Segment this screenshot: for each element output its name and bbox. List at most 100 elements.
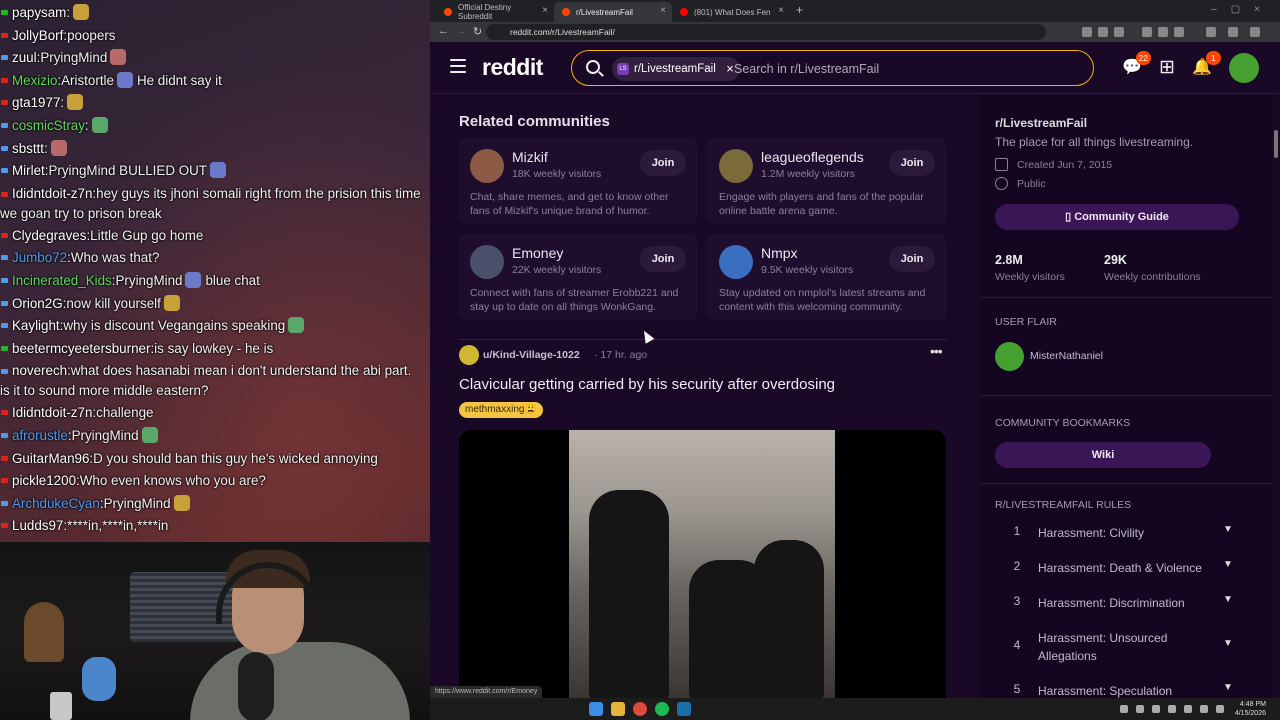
related-community-card[interactable]: leagueoflegends 1.2M weekly visitors Joi… <box>708 139 946 223</box>
community-name[interactable]: leagueoflegends <box>761 149 864 165</box>
tray-icon[interactable] <box>1120 705 1128 713</box>
chat-username[interactable]: Incinerated_Kids <box>12 273 112 288</box>
hamburger-menu-icon[interactable] <box>450 59 466 73</box>
window-controls[interactable]: –▢× <box>1211 4 1274 15</box>
extension-icon[interactable] <box>1158 27 1168 37</box>
chat-username[interactable]: gta1977 <box>12 95 60 110</box>
back-icon[interactable]: ← <box>438 25 449 37</box>
related-community-card[interactable]: Mizkif 18K weekly visitors Join Chat, sh… <box>459 139 697 223</box>
chat-username[interactable]: Orion2G <box>12 296 63 311</box>
chat-username[interactable]: Mexizio <box>12 73 57 88</box>
chat-username[interactable]: beetermcyeetersburner <box>12 341 150 356</box>
rule-item[interactable]: 2 Harassment: Death & Violence ▼ <box>995 559 1239 577</box>
join-button[interactable]: Join <box>889 150 935 176</box>
extension-icon[interactable] <box>1098 27 1108 37</box>
start-icon[interactable] <box>589 702 603 716</box>
extension-icon[interactable] <box>1082 27 1092 37</box>
chat-username[interactable]: Clydegraves <box>12 228 86 243</box>
extension-icon[interactable] <box>1142 27 1152 37</box>
rule-item[interactable]: 5 Harassment: Speculation ▼ <box>995 682 1239 698</box>
chevron-down-icon[interactable]: ▼ <box>1223 524 1233 535</box>
related-community-card[interactable]: Emoney 22K weekly visitors Join Connect … <box>459 235 697 319</box>
tab-livestreamfail[interactable]: r/LivestreamFail × <box>554 2 672 22</box>
new-tab-icon[interactable]: + <box>796 3 803 17</box>
menu-icon[interactable] <box>1250 27 1260 37</box>
chat-username[interactable]: Ididntdoit-z7n <box>12 405 92 420</box>
chat-username[interactable]: JollyBorf <box>12 28 63 43</box>
chat-username[interactable]: papysam <box>12 5 66 20</box>
notifications-bell-icon[interactable]: 🔔 1 <box>1192 51 1221 78</box>
flair-username[interactable]: MisterNathaniel <box>1030 350 1103 362</box>
post-flair[interactable]: methmaxxing😩 <box>459 402 543 418</box>
community-name[interactable]: Nmpx <box>761 245 798 261</box>
spotify-icon[interactable] <box>655 702 669 716</box>
tray-icon[interactable] <box>1168 705 1176 713</box>
battery-icon[interactable] <box>1216 705 1224 713</box>
chat-username[interactable]: Kaylight <box>12 318 60 333</box>
extension-icon[interactable] <box>1174 27 1184 37</box>
join-button[interactable]: Join <box>640 246 686 272</box>
tray-icon[interactable] <box>1152 705 1160 713</box>
chat-username[interactable]: afrorustle <box>12 428 68 443</box>
chat-icon[interactable]: 💬 22 <box>1122 51 1151 78</box>
scrollbar-thumb[interactable] <box>1274 130 1278 158</box>
close-tab-icon[interactable]: × <box>542 5 548 16</box>
chrome-icon[interactable] <box>633 702 647 716</box>
community-name[interactable]: Emoney <box>512 245 563 261</box>
post-author-avatar[interactable] <box>459 345 479 365</box>
join-button[interactable]: Join <box>640 150 686 176</box>
clock[interactable]: 4:48 PM 4/15/2026 <box>1235 700 1266 718</box>
chat-username[interactable]: cosmicStray <box>12 118 85 133</box>
tab-youtube[interactable]: (801) What Does Fentanyl Do... × <box>672 2 790 22</box>
video-frame[interactable] <box>569 430 835 698</box>
chevron-down-icon[interactable]: ▼ <box>1223 559 1233 570</box>
chevron-down-icon[interactable]: ▼ <box>1223 638 1233 649</box>
bookmark-star-icon[interactable] <box>1114 27 1124 37</box>
wifi-icon[interactable] <box>1184 705 1192 713</box>
steam-icon[interactable] <box>677 702 691 716</box>
rule-item[interactable]: 4 Harassment: Unsourced Allegations ▼ <box>995 629 1239 665</box>
volume-icon[interactable] <box>1200 705 1208 713</box>
chat-username[interactable]: Ludds97 <box>12 518 63 533</box>
wiki-button[interactable]: Wiki <box>995 442 1211 468</box>
remove-filter-icon[interactable]: × <box>726 57 734 81</box>
chat-username[interactable]: Mirlet <box>12 163 45 178</box>
sidebar-icon[interactable] <box>1206 27 1216 37</box>
page-scrollbar[interactable] <box>1272 95 1280 698</box>
reddit-logo[interactable]: reddit <box>482 54 543 81</box>
subreddit-filter-chip[interactable]: LS r/LivestreamFail × <box>612 57 740 81</box>
file-explorer-icon[interactable] <box>611 702 625 716</box>
reload-icon[interactable]: ↻ <box>473 25 482 38</box>
profile-icon[interactable] <box>1228 27 1238 37</box>
forward-icon[interactable]: → <box>456 25 467 37</box>
create-post-icon[interactable]: ⊞ <box>1157 58 1177 78</box>
more-options-icon[interactable]: ••• <box>930 343 943 359</box>
search-bar[interactable]: LS r/LivestreamFail × <box>571 50 1094 86</box>
chevron-down-icon[interactable]: ▼ <box>1223 682 1233 693</box>
url-field[interactable]: reddit.com/r/LivestreamFail/ <box>486 24 1046 40</box>
flair-avatar[interactable] <box>995 342 1024 371</box>
close-tab-icon[interactable]: × <box>778 5 784 16</box>
chevron-down-icon[interactable]: ▼ <box>1223 594 1233 605</box>
chat-username[interactable]: noverech <box>12 363 67 378</box>
tab-destiny[interactable]: Official Destiny Subreddit × <box>436 2 554 22</box>
chat-username[interactable]: zuul <box>12 50 37 65</box>
chat-username[interactable]: Jumbo72 <box>12 250 67 265</box>
related-community-card[interactable]: Nmpx 9.5K weekly visitors Join Stay upda… <box>708 235 946 319</box>
chat-username[interactable]: GuitarMan96 <box>12 451 89 466</box>
chat-username[interactable]: ArchdukeCyan <box>12 496 100 511</box>
rule-item[interactable]: 1 Harassment: Civility ▼ <box>995 524 1239 542</box>
close-tab-icon[interactable]: × <box>660 5 666 16</box>
chat-username[interactable]: Ididntdoit-z7n <box>12 186 92 201</box>
community-guide-button[interactable]: ▯ Community Guide <box>995 204 1239 230</box>
search-input[interactable] <box>734 60 1074 78</box>
user-avatar[interactable] <box>1229 53 1259 83</box>
community-name[interactable]: Mizkif <box>512 149 548 165</box>
rule-item[interactable]: 3 Harassment: Discrimination ▼ <box>995 594 1239 612</box>
chat-username[interactable]: sbsttt <box>12 141 44 156</box>
chat-username[interactable]: pickle1200 <box>12 473 76 488</box>
join-button[interactable]: Join <box>889 246 935 272</box>
post-media[interactable] <box>459 430 946 698</box>
tray-icon[interactable] <box>1136 705 1144 713</box>
post-title[interactable]: Clavicular getting carried by his securi… <box>459 376 835 393</box>
